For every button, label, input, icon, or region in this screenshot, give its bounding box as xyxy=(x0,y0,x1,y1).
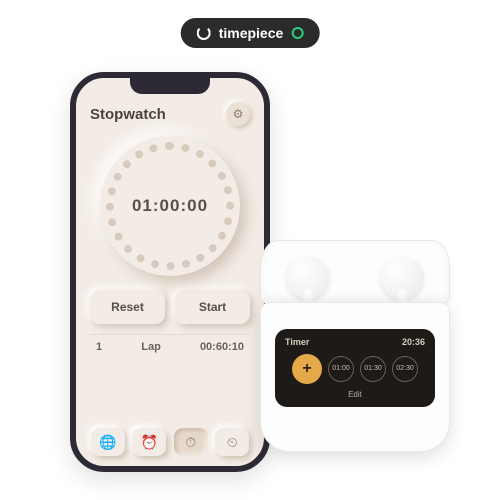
status-ring-icon xyxy=(291,27,303,39)
globe-icon: 🌐 xyxy=(99,434,116,451)
timer-preset-row: + 01:00 01:30 02:30 xyxy=(285,354,425,384)
lap-label: Lap xyxy=(141,341,161,353)
tab-world-clock[interactable]: 🌐 xyxy=(91,428,125,456)
case-screen-clock: 20:36 xyxy=(402,337,425,347)
earbud-right xyxy=(380,257,424,299)
tab-timer[interactable]: ⏲ xyxy=(215,428,249,456)
case-screen-title: Timer xyxy=(285,337,309,347)
start-button[interactable]: Start xyxy=(175,290,250,324)
elapsed-time: 01:00:00 xyxy=(132,196,208,216)
timer-preset-2[interactable]: 01:30 xyxy=(360,356,386,382)
edit-button[interactable]: Edit xyxy=(285,390,425,399)
control-row: Reset Start xyxy=(90,290,250,324)
tab-bar: 🌐 ⏰ ⏱ ⏲ xyxy=(90,428,250,456)
alarm-icon: ⏰ xyxy=(141,434,158,451)
phone-mockup: Stopwatch ⚙ 01:00:00 Reset Start 1 Lap 0… xyxy=(70,72,270,472)
tab-stopwatch[interactable]: ⏱ xyxy=(174,428,208,456)
case-screen-header: Timer 20:36 xyxy=(285,337,425,347)
tab-alarm[interactable]: ⏰ xyxy=(132,428,166,456)
phone-notch xyxy=(130,78,210,94)
brand-name: timepiece xyxy=(219,25,284,41)
brand-pill: timepiece xyxy=(181,18,320,48)
timer-icon: ⏲ xyxy=(227,434,238,451)
add-timer-button[interactable]: + xyxy=(292,354,322,384)
app-header: Stopwatch ⚙ xyxy=(90,102,250,126)
lap-row: 1 Lap 00:60:10 xyxy=(90,334,250,359)
settings-button[interactable]: ⚙ xyxy=(226,102,250,126)
case-screen[interactable]: Timer 20:36 + 01:00 01:30 02:30 Edit xyxy=(275,329,435,407)
reset-button[interactable]: Reset xyxy=(90,290,165,324)
lap-index: 1 xyxy=(96,341,102,353)
spinner-icon xyxy=(197,26,211,40)
stopwatch-dial[interactable]: 01:00:00 xyxy=(100,136,240,276)
timer-preset-3[interactable]: 02:30 xyxy=(392,356,418,382)
earbud-left xyxy=(286,257,330,299)
lap-time: 00:60:10 xyxy=(200,341,244,353)
case-body: Timer 20:36 + 01:00 01:30 02:30 Edit xyxy=(260,302,450,452)
stopwatch-icon: ⏱ xyxy=(185,434,196,451)
page-title: Stopwatch xyxy=(90,106,166,123)
case-lid xyxy=(260,240,450,304)
timer-preset-1[interactable]: 01:00 xyxy=(328,356,354,382)
gear-icon: ⚙ xyxy=(233,107,244,121)
earbuds-case: Timer 20:36 + 01:00 01:30 02:30 Edit xyxy=(260,240,450,452)
